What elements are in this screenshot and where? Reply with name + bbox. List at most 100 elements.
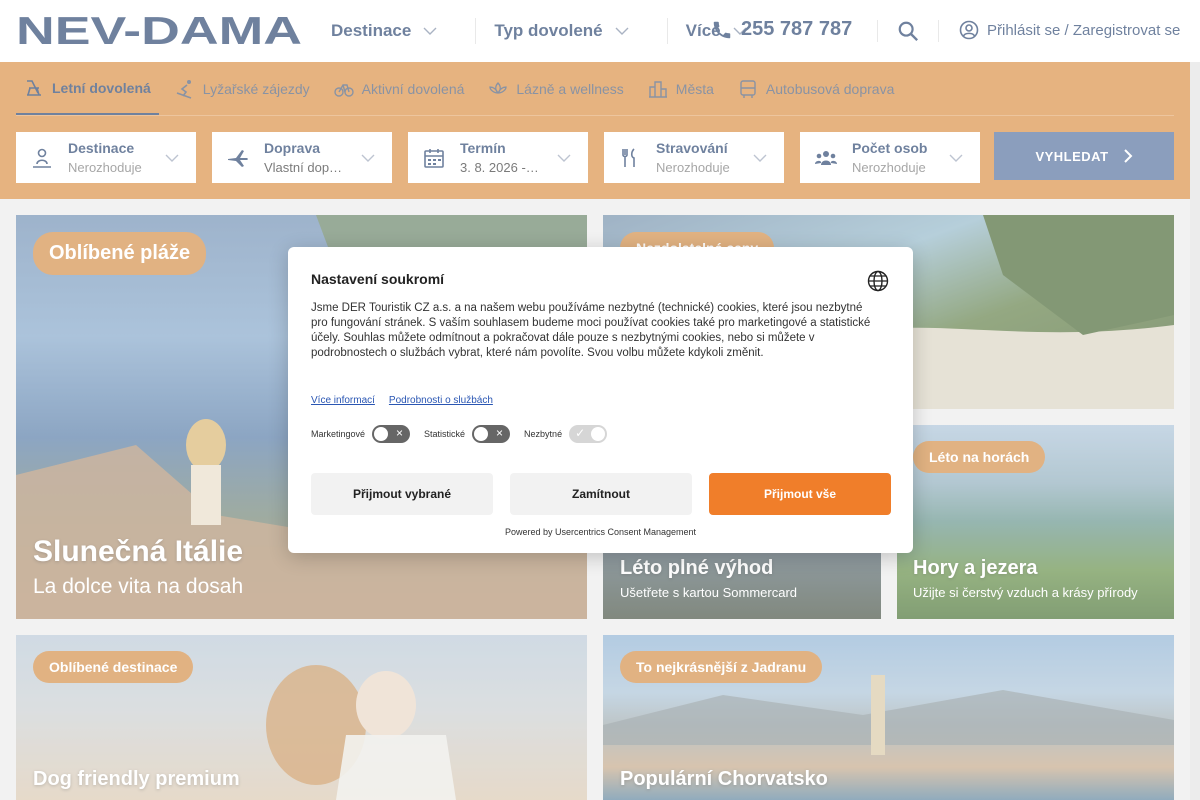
tab-lazne-wellness[interactable]: Lázně a wellness: [480, 62, 631, 116]
necessary-switch: ✓: [569, 425, 608, 443]
field-value: Nerozhoduje: [852, 160, 926, 175]
toggle-label: Statistické: [424, 429, 466, 439]
search-icon[interactable]: [897, 20, 919, 42]
tabs-divider: [16, 115, 1174, 116]
tab-label: Autobusová doprava: [765, 81, 895, 97]
toggle-necessary: Nezbytné ✓: [524, 425, 608, 443]
field-pocet-osob[interactable]: Počet osob Nerozhoduje: [800, 132, 980, 183]
chevron-down-icon: [557, 154, 571, 162]
modal-buttons: Přijmout vybrané Zamítnout Přijmout vše: [311, 473, 891, 515]
location-person-icon: [33, 148, 51, 168]
phone-link[interactable]: 255 787 787: [711, 18, 852, 41]
holiday-type-tabs: Letní dovolená Lyžařské zájezdy Aktivní …: [16, 62, 910, 116]
login-link[interactable]: Přihlásit se / Zaregistrovat se: [959, 20, 1180, 40]
tab-lyzarske-zajezdy[interactable]: Lyžařské zájezdy: [167, 62, 318, 116]
tab-aktivni-dovolena[interactable]: Aktivní dovolená: [326, 62, 473, 116]
login-label: Přihlásit se / Zaregistrovat se: [987, 21, 1181, 39]
toggle-label: Nezbytné: [524, 429, 563, 439]
reject-button[interactable]: Zamítnout: [510, 473, 692, 515]
nav-label: Destinace: [331, 21, 412, 40]
modal-body: Jsme DER Touristik CZ a.s. a na našem we…: [311, 302, 871, 359]
tile-subtitle: Užijte si čerstvý vzduch a krásy přírody: [913, 585, 1138, 600]
marketing-switch[interactable]: ×: [372, 425, 411, 443]
chevron-down-icon: [949, 154, 963, 162]
field-stravovani[interactable]: Stravování Nerozhoduje: [604, 132, 784, 183]
modal-title: Nastavení soukromí: [311, 271, 445, 287]
field-text: Termín 3. 8. 2026 - 31. 8. 2026: [460, 140, 540, 175]
tile-hory-a-jezera[interactable]: Léto na horách Hory a jezera Užijte si č…: [897, 425, 1174, 619]
beach-chair-icon: [27, 79, 41, 96]
tab-label: Města: [675, 81, 714, 97]
tab-label: Lázně a wellness: [516, 81, 624, 97]
fork-knife-icon: [622, 147, 635, 167]
chevron-down-icon: [361, 154, 375, 162]
statistics-switch[interactable]: ×: [472, 425, 511, 443]
toggle-label: Marketingové: [311, 429, 366, 439]
search-fields: Destinace Nerozhoduje Doprava Vlastní do…: [16, 132, 980, 183]
tile-badge: Oblíbené pláže: [33, 232, 207, 275]
field-label: Destinace: [68, 140, 135, 156]
field-doprava[interactable]: Doprava Vlastní doprava: [212, 132, 392, 183]
tab-letni-dovolena[interactable]: Letní dovolená: [16, 62, 159, 116]
divider: [877, 20, 878, 42]
bicycle-icon: [333, 84, 354, 97]
accept-all-button[interactable]: Přijmout vše: [709, 473, 891, 515]
field-destinace[interactable]: Destinace Nerozhoduje: [16, 132, 196, 183]
phone-icon: [713, 21, 731, 38]
field-label: Stravování: [656, 140, 728, 156]
city-icon: [648, 81, 667, 98]
tab-label: Lyžařské zájezdy: [202, 81, 310, 97]
chevron-down-icon: [423, 27, 437, 35]
field-termin[interactable]: Termín 3. 8. 2026 - 31. 8. 2026: [408, 132, 588, 183]
site-header: NEV-DAMA Destinace Typ dovolené Více 255…: [0, 0, 1200, 62]
divider: [475, 18, 477, 44]
nav-label: Typ dovolené: [494, 21, 603, 40]
service-details-link[interactable]: Podrobnosti o službách: [389, 395, 493, 406]
modal-links: Více informací Podrobnosti o službách: [311, 395, 493, 406]
tab-label: Aktivní dovolená: [361, 81, 465, 97]
tile-badge: To nejkrásnější z Jadranu: [620, 651, 823, 683]
field-value: Nerozhoduje: [656, 160, 730, 175]
divider: [666, 18, 668, 44]
field-value: 3. 8. 2026 - 31. 8. 2026: [460, 160, 540, 175]
tile-title: Dog friendly premium: [33, 768, 240, 790]
field-label: Termín: [460, 140, 506, 156]
tab-label: Letní dovolená: [52, 79, 151, 96]
tile-subtitle: La dolce vita na dosah: [33, 575, 244, 598]
user-icon: [959, 20, 979, 40]
privacy-modal: Nastavení soukromí Jsme DER Touristik CZ…: [288, 247, 913, 553]
bus-icon: [740, 80, 756, 98]
toggle-statistics: Statistické ×: [424, 425, 511, 443]
search-button[interactable]: VYHLEDAT: [994, 132, 1174, 180]
tab-autobusova-doprava[interactable]: Autobusová doprava: [730, 62, 902, 116]
field-text: Doprava Vlastní doprava: [264, 140, 344, 175]
search-button-label: VYHLEDAT: [1035, 148, 1109, 164]
chevron-right-icon: [1123, 149, 1132, 163]
skier-icon: [176, 80, 192, 99]
tile-subtitle: Ušetřete s kartou Sommercard: [620, 585, 798, 600]
field-text: Počet osob Nerozhoduje: [852, 140, 932, 175]
logo[interactable]: NEV-DAMA: [16, 13, 304, 47]
tile-title: Léto plné výhod: [620, 557, 774, 579]
chevron-down-icon: [753, 154, 767, 162]
plane-icon: [228, 149, 248, 167]
tile-dog-friendly[interactable]: Oblíbené destinace Dog friendly premium: [16, 635, 587, 800]
calendar-icon: [424, 148, 444, 168]
tile-title: Slunečná Itálie: [33, 535, 244, 568]
lotus-icon: [489, 82, 508, 94]
phone-number: 255 787 787: [741, 18, 853, 40]
people-icon: [815, 150, 837, 165]
globe-icon[interactable]: [867, 270, 889, 292]
tile-title: Populární Chorvatsko: [620, 768, 828, 790]
more-info-link[interactable]: Více informací: [311, 395, 375, 406]
tile-badge: Léto na horách: [913, 441, 1046, 473]
consent-toggles: Marketingové × Statistické × Nezbytné ✓: [311, 425, 621, 443]
nav-destinace[interactable]: Destinace: [331, 21, 457, 41]
field-value: Vlastní doprava: [264, 160, 344, 175]
tile-title: Hory a jezera: [913, 557, 1038, 579]
chevron-down-icon: [615, 27, 629, 35]
tab-mesta[interactable]: Města: [640, 62, 722, 116]
accept-selected-button[interactable]: Přijmout vybrané: [311, 473, 493, 515]
nav-typ-dovolene[interactable]: Typ dovolené: [494, 21, 648, 41]
tile-chorvatsko[interactable]: To nejkrásnější z Jadranu Populární Chor…: [603, 635, 1174, 800]
